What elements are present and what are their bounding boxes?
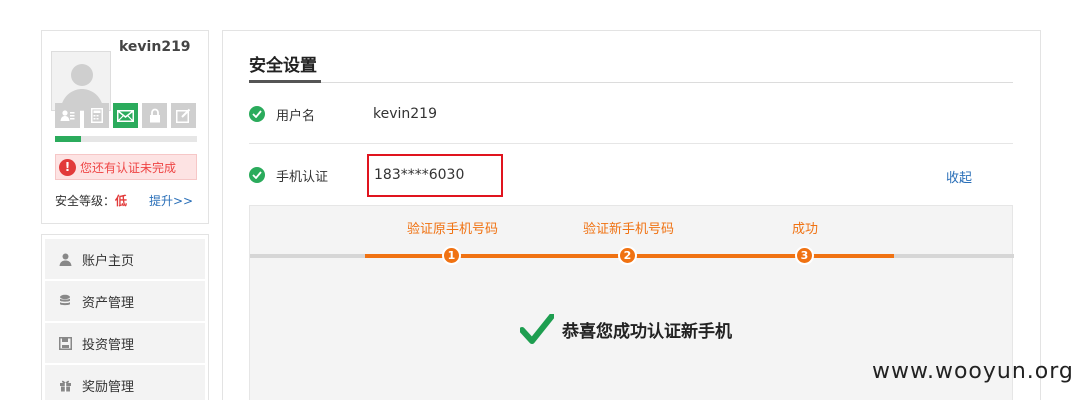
step-2-label: 验证新手机号码 bbox=[583, 222, 675, 237]
profile-panel: kevin219 ! 您还有认证未完成 安全等级：低 提升>> bbox=[41, 30, 209, 224]
alert-text: 您还有认证未完成 bbox=[80, 160, 177, 175]
sidebar-item-label: 资产管理 bbox=[82, 295, 135, 311]
check-icon bbox=[249, 167, 265, 183]
step-3-label: 成功 bbox=[792, 222, 819, 237]
calculator-icon[interactable] bbox=[84, 103, 109, 128]
watermark: www.wooyun.org bbox=[872, 359, 1074, 384]
phone-number-value: 183****6030 bbox=[367, 154, 503, 197]
gift-icon bbox=[58, 378, 72, 392]
security-progress-fill bbox=[55, 136, 81, 142]
step-1-marker: 1 bbox=[442, 246, 461, 265]
row-divider bbox=[249, 143, 1013, 144]
title-divider bbox=[249, 82, 1013, 83]
upgrade-link[interactable]: 提升>> bbox=[149, 192, 193, 209]
sidebar-item-label: 投资管理 bbox=[82, 337, 135, 353]
phone-auth-label: 手机认证 bbox=[276, 169, 329, 185]
page-title: 安全设置 bbox=[249, 56, 317, 76]
sidebar-item-asset-management[interactable]: 资产管理 bbox=[45, 281, 205, 321]
success-message: 恭喜您成功认证新手机 bbox=[562, 321, 732, 342]
sidebar-item-investment-management[interactable]: 投资管理 bbox=[45, 323, 205, 363]
success-check-icon bbox=[520, 314, 554, 344]
edit-icon[interactable] bbox=[171, 103, 196, 128]
mail-icon[interactable] bbox=[113, 103, 138, 128]
certification-icons bbox=[55, 103, 196, 128]
incomplete-certification-alert: ! 您还有认证未完成 bbox=[55, 154, 197, 180]
title-underline bbox=[249, 80, 321, 83]
step-2-marker: 2 bbox=[618, 246, 637, 265]
security-level: 安全等级：低 bbox=[55, 192, 127, 209]
warning-icon: ! bbox=[59, 158, 76, 176]
save-icon bbox=[58, 336, 72, 350]
coins-icon bbox=[58, 294, 72, 308]
step-3-marker: 3 bbox=[795, 246, 814, 265]
sidebar-item-label: 奖励管理 bbox=[82, 379, 135, 395]
sidebar-item-account-home[interactable]: 账户主页 bbox=[45, 239, 205, 279]
id-card-icon[interactable] bbox=[55, 103, 80, 128]
step-1-label: 验证原手机号码 bbox=[407, 222, 499, 237]
success-message-row: 恭喜您成功认证新手机 bbox=[520, 314, 732, 344]
security-settings-panel: 安全设置 用户名 kevin219 手机认证 183****6030 收起 验证… bbox=[222, 30, 1041, 400]
user-icon bbox=[58, 252, 72, 266]
sidebar-item-reward-management[interactable]: 奖励管理 bbox=[45, 365, 205, 400]
collapse-link[interactable]: 收起 bbox=[946, 167, 972, 186]
avatar[interactable] bbox=[51, 51, 111, 111]
username-label: 用户名 bbox=[276, 108, 316, 124]
lock-icon[interactable] bbox=[142, 103, 167, 128]
security-progress-bar bbox=[55, 136, 197, 142]
check-icon bbox=[249, 106, 265, 122]
security-level-value: 低 bbox=[115, 194, 128, 208]
phone-auth-row: 手机认证 bbox=[249, 167, 328, 185]
username-value: kevin219 bbox=[373, 106, 437, 122]
sidebar-menu: 账户主页 资产管理 投资管理 奖励管理 bbox=[41, 234, 209, 400]
security-level-label: 安全等级： bbox=[55, 194, 116, 208]
username-row: 用户名 kevin219 bbox=[249, 106, 437, 124]
sidebar-item-label: 账户主页 bbox=[82, 253, 135, 269]
username: kevin219 bbox=[119, 39, 191, 55]
